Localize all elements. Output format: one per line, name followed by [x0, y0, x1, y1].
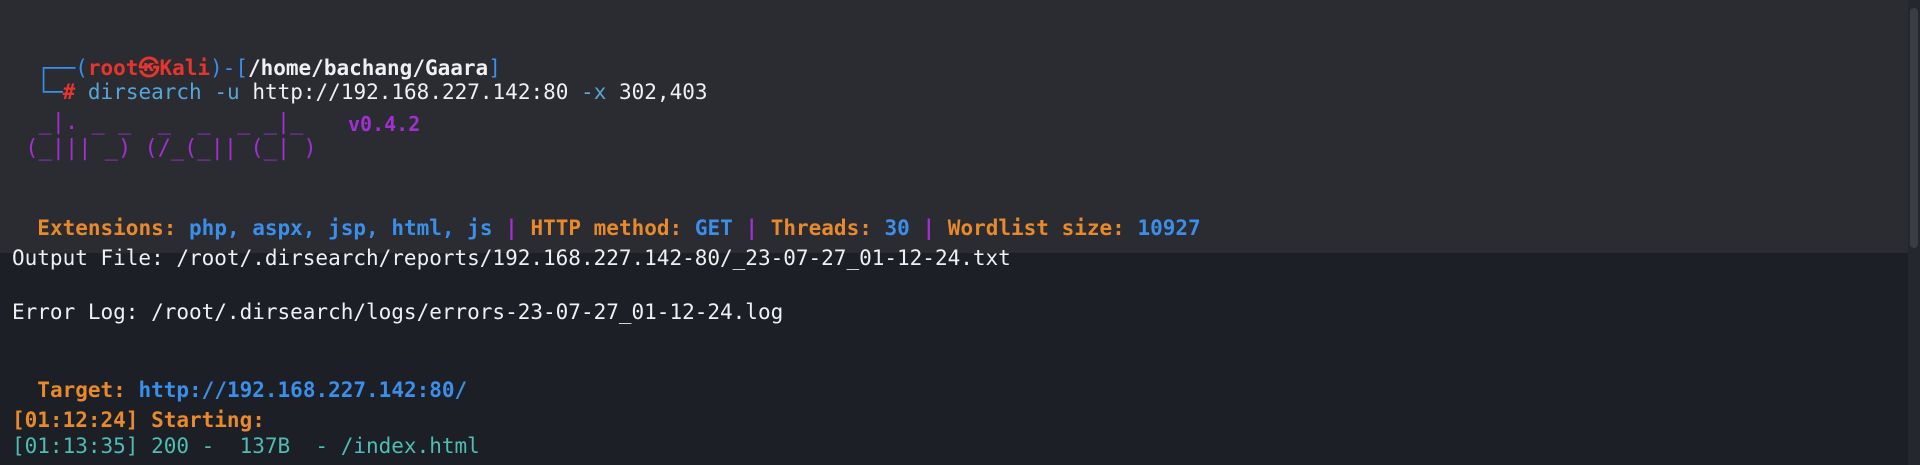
- starting-line: [01:12:24] Starting:: [12, 408, 265, 432]
- banner-art-line1: _|. _ _ _ _ _ _|_: [12, 110, 304, 135]
- wordlist-size-value: 10927: [1137, 216, 1201, 240]
- http-method-label: HTTP method:: [530, 216, 683, 240]
- scrollbar-thumb[interactable]: [1910, 8, 1918, 248]
- extensions-value: php, aspx, jsp, html, js: [189, 216, 493, 240]
- command-line[interactable]: └─# dirsearch -u http://192.168.227.142:…: [12, 56, 708, 104]
- prompt-hash: #: [62, 80, 76, 104]
- prompt-hash-prefix: └─: [37, 80, 63, 104]
- separator: |: [922, 216, 936, 240]
- terminal-scrollbar[interactable]: [1908, 0, 1920, 465]
- command-codes: 302,403: [619, 80, 708, 104]
- error-log-line: Error Log: /root/.dirsearch/logs/errors-…: [12, 300, 784, 324]
- command-url: http://192.168.227.142:80: [252, 80, 569, 104]
- separator: |: [745, 216, 759, 240]
- output-file-line: Output File: /root/.dirsearch/reports/19…: [12, 246, 1011, 270]
- config-line: Extensions: php, aspx, jsp, html, js | H…: [12, 192, 1201, 240]
- threads-value: 30: [884, 216, 910, 240]
- banner-version: v0.4.2: [348, 112, 421, 136]
- separator: |: [505, 216, 518, 240]
- wordlist-size-label: Wordlist size:: [947, 216, 1125, 240]
- result-line: [01:13:35] 200 - 137B - /index.html: [12, 434, 480, 458]
- command-name: dirsearch: [87, 80, 202, 104]
- http-method-value: GET: [694, 216, 733, 240]
- extensions-label: Extensions:: [37, 216, 177, 240]
- target-line: Target: http://192.168.227.142:80/: [12, 354, 467, 402]
- target-url: http://192.168.227.142:80/: [138, 378, 468, 402]
- target-label: Target:: [37, 378, 126, 402]
- command-flag-u: -u: [214, 80, 240, 104]
- threads-label: Threads:: [770, 216, 872, 240]
- command-flag-x: -x: [581, 80, 607, 104]
- banner-art-line2: (_||| _) (/_(_|| (_| ): [12, 136, 317, 161]
